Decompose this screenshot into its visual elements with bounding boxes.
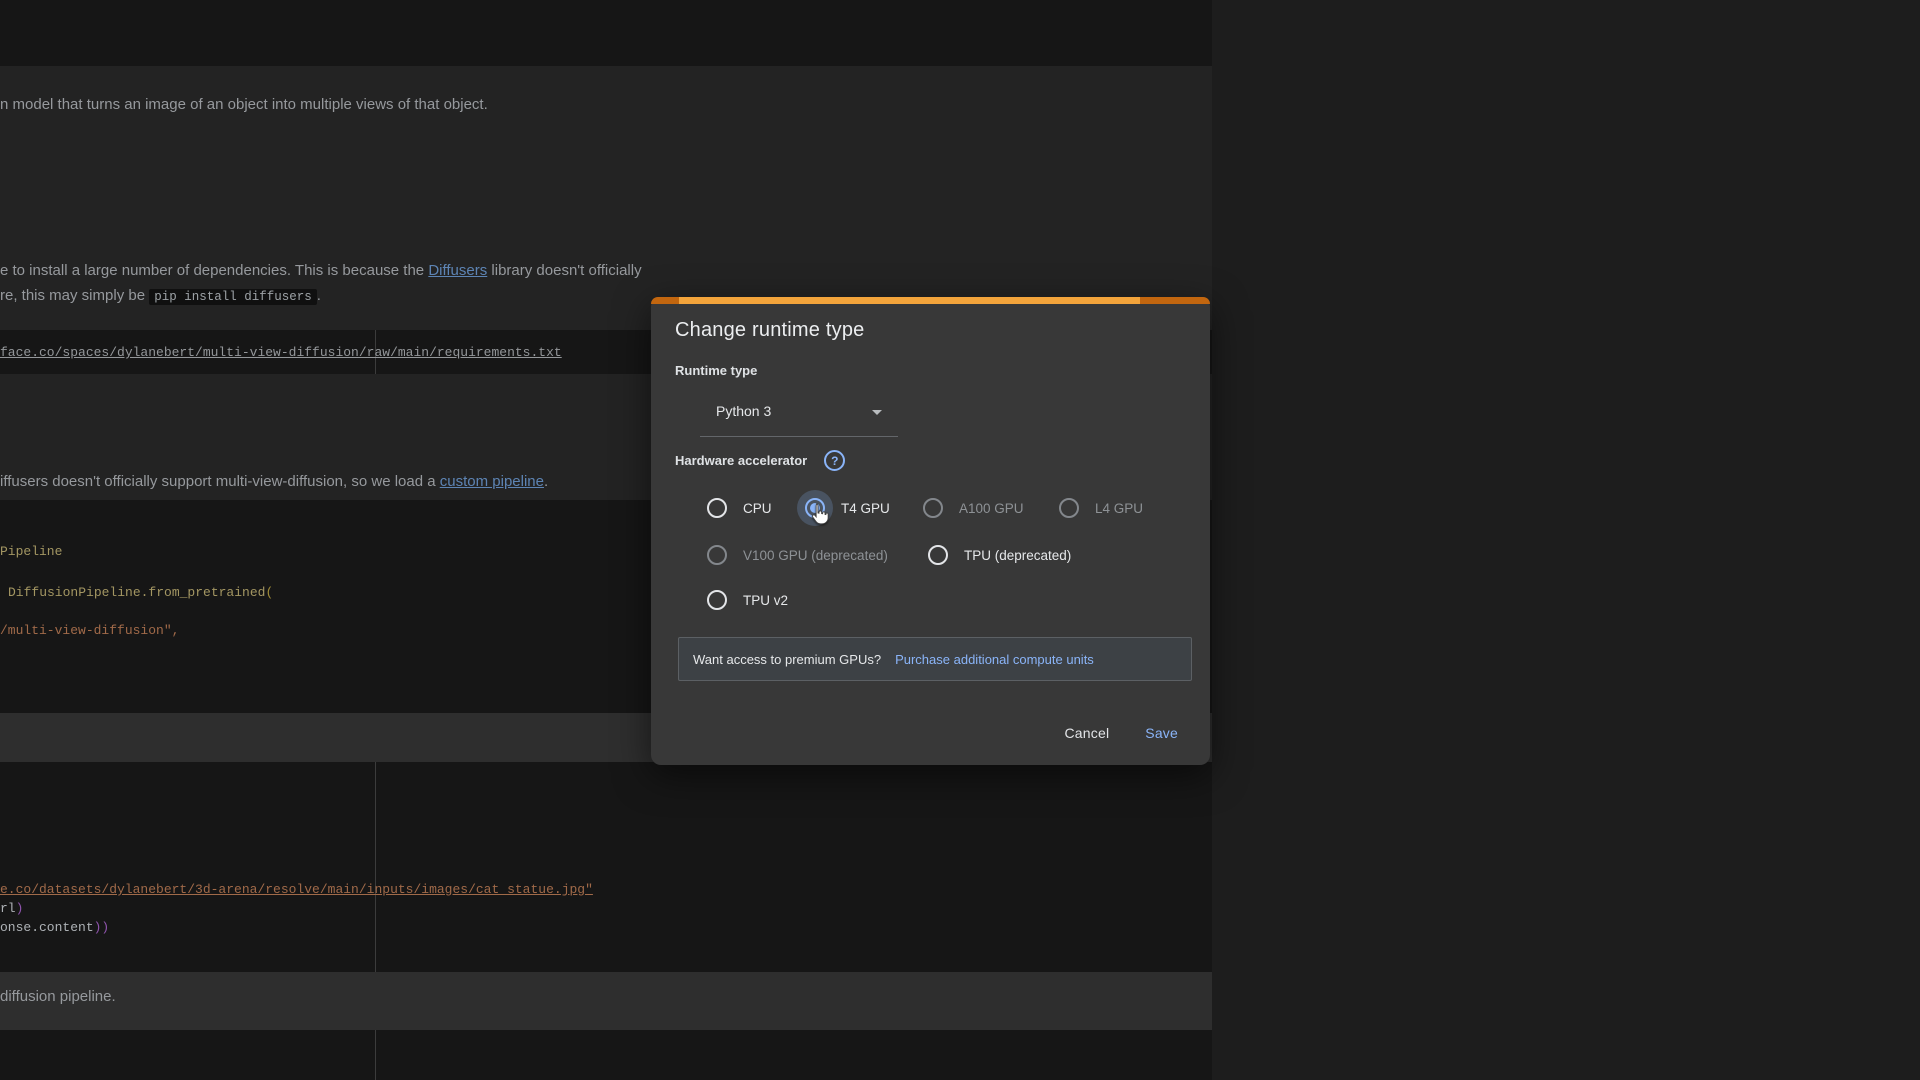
- radio-halo: [699, 537, 735, 573]
- code-line: rl): [0, 901, 23, 916]
- markdown-text: n model that turns an image of an object…: [0, 96, 488, 113]
- radio-label: A100 GPU: [959, 501, 1024, 516]
- markdown-text: e to install a large number of dependenc…: [0, 262, 428, 279]
- code-token: )): [94, 920, 110, 935]
- code-token: onse.content: [0, 920, 94, 935]
- code-token: Pipeline: [0, 544, 62, 559]
- purchase-compute-units-link[interactable]: Purchase additional compute units: [895, 652, 1094, 667]
- radio-halo: [915, 490, 951, 526]
- radio-label: CPU: [743, 501, 772, 516]
- radio-cpu[interactable]: CPU: [699, 490, 797, 526]
- notebook-markdown-line: e to install a large number of dependenc…: [0, 262, 642, 279]
- hardware-options-group: CPU T4 GPU A100 GPU L4 GPU V100 GPU (depreca…: [699, 490, 1200, 620]
- runtime-type-select[interactable]: Python 3: [700, 389, 898, 437]
- code-cell: [0, 1030, 1212, 1080]
- radio-tpu-v2[interactable]: TPU v2: [699, 582, 788, 618]
- code-url-string: e.co/datasets/dylanebert/3d-arena/resolv…: [0, 882, 593, 897]
- radio-halo: [699, 582, 735, 618]
- radio-halo: [920, 537, 956, 573]
- radio-l4-gpu: L4 GPU: [1051, 490, 1143, 526]
- radio-halo: [1051, 490, 1087, 526]
- cell-divider-line: [375, 1030, 376, 1080]
- radio-button-icon: [923, 498, 943, 518]
- radio-button-icon: [805, 498, 825, 518]
- code-line: e.co/datasets/dylanebert/3d-arena/resolv…: [0, 882, 593, 897]
- code-line: /multi-view-diffusion",: [0, 623, 179, 638]
- radio-label: L4 GPU: [1095, 501, 1143, 516]
- diffusers-link: Diffusers: [428, 262, 487, 279]
- radio-button-icon: [928, 545, 948, 565]
- inline-code-chip: pip install diffusers: [149, 289, 317, 305]
- notebook-markdown-line: iffusers doesn't officially support mult…: [0, 473, 548, 490]
- dialog-title: Change runtime type: [675, 319, 864, 342]
- radio-label: TPU (deprecated): [964, 548, 1071, 563]
- radio-button-icon: [707, 590, 727, 610]
- markdown-text: iffusers doesn't officially support mult…: [0, 473, 440, 490]
- colab-screen: n model that turns an image of an object…: [0, 0, 1920, 1080]
- markdown-text: re, this may simply be: [0, 287, 149, 304]
- code-token: (: [265, 585, 273, 600]
- code-token: ): [16, 901, 24, 916]
- cell-gap-band: [0, 972, 1212, 1030]
- cancel-button[interactable]: Cancel: [1051, 716, 1124, 750]
- custom-pipeline-link: custom pipeline: [440, 473, 544, 490]
- radio-button-icon: [707, 545, 727, 565]
- code-line: onse.content)): [0, 920, 109, 935]
- save-button[interactable]: Save: [1131, 716, 1192, 750]
- runtime-type-label: Runtime type: [675, 363, 757, 378]
- hardware-accelerator-label: Hardware accelerator: [675, 453, 807, 468]
- radio-halo: [797, 490, 833, 526]
- code-cell: [0, 762, 1212, 972]
- code-cell: [0, 0, 1212, 66]
- code-line: DiffusionPipeline.from_pretrained(: [8, 585, 273, 600]
- markdown-text: library doesn't officially: [487, 262, 641, 279]
- notebook-markdown-line: n model that turns an image of an object…: [0, 96, 488, 113]
- chevron-down-icon: [872, 410, 882, 415]
- help-icon[interactable]: ?: [824, 450, 845, 471]
- radio-v100-gpu-deprecated: V100 GPU (deprecated): [699, 537, 920, 573]
- radio-tpu-deprecated[interactable]: TPU (deprecated): [920, 537, 1071, 573]
- notebook-markdown-line: re, this may simply be pip install diffu…: [0, 287, 321, 304]
- radio-label: V100 GPU (deprecated): [743, 548, 888, 563]
- radio-button-icon: [707, 498, 727, 518]
- radio-label: TPU v2: [743, 593, 788, 608]
- change-runtime-dialog: Change runtime type Runtime type Python …: [651, 297, 1210, 765]
- hardware-options-row: CPU T4 GPU A100 GPU L4 GPU: [699, 490, 1143, 526]
- markdown-text: diffusion pipeline.: [0, 988, 116, 1005]
- code-line: Pipeline: [0, 544, 62, 559]
- radio-halo: [699, 490, 735, 526]
- code-token: rl: [0, 901, 16, 916]
- markdown-text: .: [544, 473, 548, 490]
- hardware-options-row: V100 GPU (deprecated) TPU (deprecated): [699, 537, 1071, 573]
- radio-button-icon: [1059, 498, 1079, 518]
- runtime-type-value: Python 3: [716, 403, 771, 419]
- dialog-accent-topbar: [651, 297, 1210, 304]
- banner-text: Want access to premium GPUs?: [693, 652, 881, 667]
- requirements-url-link: face.co/spaces/dylanebert/multi-view-dif…: [0, 345, 562, 360]
- dialog-actions: Cancel Save: [1051, 716, 1193, 750]
- radio-label: T4 GPU: [841, 501, 890, 516]
- radio-a100-gpu: A100 GPU: [915, 490, 1051, 526]
- markdown-text: .: [317, 287, 321, 304]
- premium-gpu-banner: Want access to premium GPUs? Purchase ad…: [678, 637, 1192, 681]
- hardware-options-row: TPU v2: [699, 582, 788, 618]
- code-token: /multi-view-diffusion",: [0, 623, 179, 638]
- code-token: DiffusionPipeline.from_pretrained: [8, 585, 265, 600]
- notebook-markdown-line: diffusion pipeline.: [0, 988, 116, 1005]
- radio-t4-gpu[interactable]: T4 GPU: [797, 490, 915, 526]
- cell-divider-line: [375, 762, 376, 972]
